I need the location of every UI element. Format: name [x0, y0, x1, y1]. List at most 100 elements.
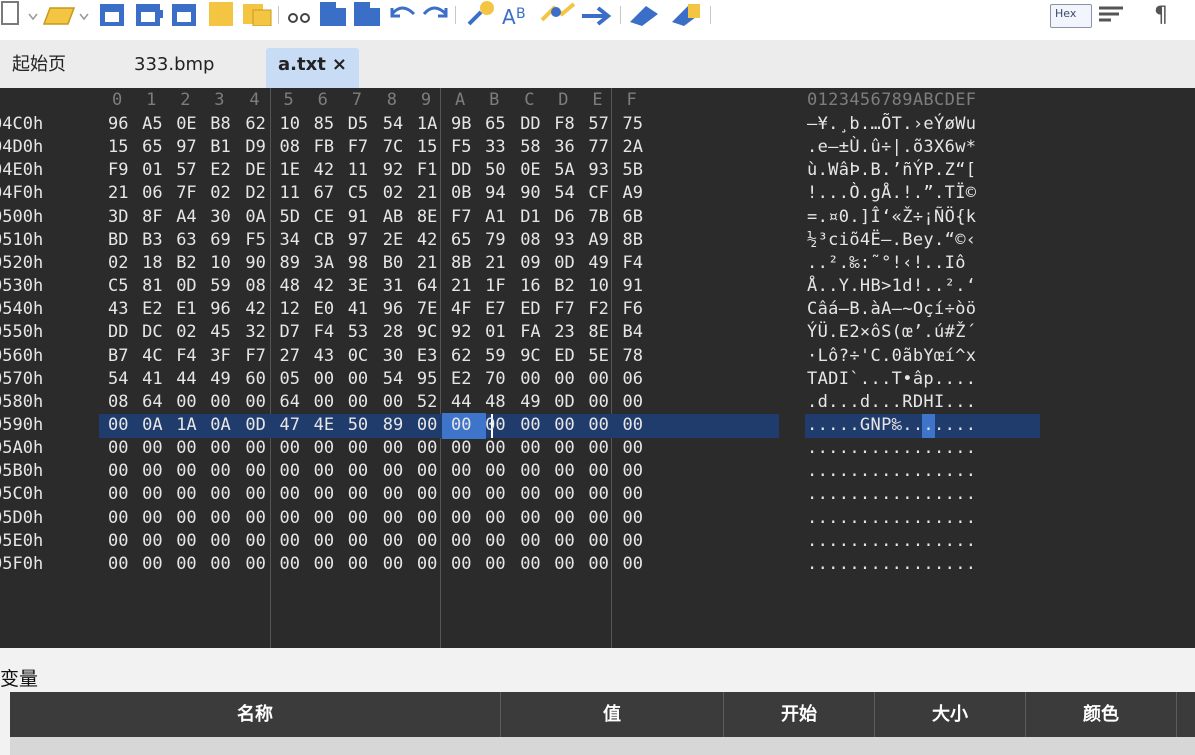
hex-row[interactable]: 0570h54414449600500005495E27000000006TAD…: [0, 369, 1195, 392]
hex-byte[interactable]: 27: [280, 346, 314, 366]
ascii-text[interactable]: ù.WâÞ.B.’ñÝP.Z“[: [807, 160, 976, 180]
hex-byte[interactable]: 18: [142, 253, 176, 273]
hex-byte[interactable]: 00: [108, 461, 142, 481]
hex-byte[interactable]: 00: [314, 508, 348, 528]
hex-byte[interactable]: 00: [348, 392, 382, 412]
hex-byte[interactable]: 00: [451, 531, 485, 551]
hex-byte[interactable]: 00: [588, 392, 622, 412]
hex-byte[interactable]: F4: [176, 346, 210, 366]
ascii-text[interactable]: =.¤0.]Î‘«Ž÷¡ÑÖ{k: [807, 207, 976, 227]
hex-byte[interactable]: CE: [314, 207, 348, 227]
hex-byte[interactable]: B3: [142, 230, 176, 250]
hex-byte[interactable]: 75: [623, 114, 657, 134]
hex-byte[interactable]: 00: [245, 508, 279, 528]
hex-byte[interactable]: 00: [485, 531, 519, 551]
hex-byte[interactable]: 16: [520, 276, 554, 296]
open-folder-icon[interactable]: [42, 0, 76, 26]
hex-byte[interactable]: 3E: [348, 276, 382, 296]
hex-byte[interactable]: ED: [554, 346, 588, 366]
hex-byte[interactable]: 21: [108, 183, 142, 203]
hex-byte[interactable]: 3F: [210, 346, 244, 366]
hex-byte[interactable]: 77: [588, 137, 622, 157]
hex-byte[interactable]: ED: [520, 299, 554, 319]
ascii-text[interactable]: ÝÜ.E2×ôS(œ’.ú#Ž´: [807, 322, 976, 342]
hex-row[interactable]: 0540h43E2E1964212E041967E4FE7EDF7F2F6Câá…: [0, 299, 1195, 322]
hex-byte[interactable]: 00: [417, 531, 451, 551]
hex-byte[interactable]: 00: [588, 554, 622, 574]
hex-byte[interactable]: 00: [520, 438, 554, 458]
hex-byte[interactable]: 00: [588, 508, 622, 528]
hex-byte[interactable]: 00: [245, 531, 279, 551]
hex-byte[interactable]: 96: [108, 114, 142, 134]
hex-byte[interactable]: 52: [417, 392, 451, 412]
hex-byte[interactable]: 4C: [142, 346, 176, 366]
hex-byte[interactable]: 00: [520, 508, 554, 528]
goto-icon[interactable]: [580, 0, 614, 26]
undo-icon[interactable]: [388, 0, 418, 26]
dropdown-arrow-icon[interactable]: [27, 0, 39, 26]
hex-byte[interactable]: 97: [176, 137, 210, 157]
ascii-text[interactable]: .....GNP‰.......: [807, 415, 976, 435]
hex-byte[interactable]: DD: [520, 114, 554, 134]
hex-byte[interactable]: F7: [554, 299, 588, 319]
hex-byte[interactable]: 15: [417, 137, 451, 157]
hex-byte[interactable]: 11: [348, 160, 382, 180]
hex-byte[interactable]: 00: [451, 415, 485, 435]
ascii-text[interactable]: .e—±Ù.û÷|.õ3X6w*: [807, 137, 976, 157]
hex-byte[interactable]: 00: [142, 554, 176, 574]
hex-byte[interactable]: 00: [485, 415, 519, 435]
hex-byte[interactable]: 30: [210, 207, 244, 227]
hex-byte[interactable]: 00: [451, 438, 485, 458]
hex-byte[interactable]: 6B: [623, 207, 657, 227]
hex-byte[interactable]: 00: [314, 438, 348, 458]
ascii-text[interactable]: ..².‰:˜°!‹!..Iô: [807, 253, 966, 273]
ascii-text[interactable]: .d...d...RDHI...: [807, 392, 976, 412]
hex-byte[interactable]: F7: [451, 207, 485, 227]
hex-byte[interactable]: 00: [520, 484, 554, 504]
hex-byte[interactable]: 7E: [417, 299, 451, 319]
hex-byte[interactable]: 0E: [176, 114, 210, 134]
hex-byte[interactable]: 42: [245, 299, 279, 319]
hex-byte[interactable]: 00: [588, 369, 622, 389]
hex-row[interactable]: 0530h C5810D590848423E3164211F16B21091 Å..…: [0, 276, 1195, 299]
hex-byte[interactable]: 02: [383, 183, 417, 203]
hex-byte[interactable]: A9: [623, 183, 657, 203]
hex-byte[interactable]: 0B: [451, 183, 485, 203]
hex-byte[interactable]: E2: [210, 160, 244, 180]
hex-byte[interactable]: 15: [108, 137, 142, 157]
hex-byte[interactable]: 00: [348, 531, 382, 551]
ascii-text[interactable]: ·Lô?÷'C.0ãbYœí^x: [807, 346, 976, 366]
hex-byte[interactable]: 00: [485, 484, 519, 504]
new-file-icon[interactable]: [0, 0, 24, 26]
hex-byte[interactable]: 00: [623, 415, 657, 435]
hex-row[interactable]: 04C0h 96A50EB8621085D5541A9B65DDF85775 –¥.…: [0, 114, 1195, 137]
hex-byte[interactable]: 00: [176, 392, 210, 412]
hex-byte[interactable]: 00: [554, 531, 588, 551]
hex-byte[interactable]: 48: [280, 276, 314, 296]
hex-byte[interactable]: 7F: [176, 183, 210, 203]
hex-byte[interactable]: 7C: [383, 137, 417, 157]
hex-row[interactable]: 05F0h00000000000000000000000000000000...…: [0, 554, 1195, 577]
hex-byte[interactable]: 00: [554, 554, 588, 574]
column-header-name[interactable]: 名称: [10, 692, 500, 737]
hex-byte[interactable]: 42: [314, 160, 348, 180]
hex-byte[interactable]: 97: [348, 230, 382, 250]
hex-byte[interactable]: 2A: [623, 137, 657, 157]
hex-byte[interactable]: 00: [176, 554, 210, 574]
hex-byte[interactable]: F4: [623, 253, 657, 273]
hex-byte[interactable]: 00: [142, 508, 176, 528]
hex-byte[interactable]: 5D: [280, 207, 314, 227]
hex-byte[interactable]: 9B: [451, 114, 485, 134]
ascii-text[interactable]: Câá–B.àA–~Oçí÷òö: [807, 299, 976, 319]
hex-byte[interactable]: 94: [485, 183, 519, 203]
hex-byte[interactable]: 7B: [588, 207, 622, 227]
hex-byte[interactable]: 78: [623, 346, 657, 366]
hex-byte[interactable]: 85: [314, 114, 348, 134]
hex-byte[interactable]: A1: [485, 207, 519, 227]
hex-byte[interactable]: 70: [485, 369, 519, 389]
ascii-text[interactable]: ½³ciõ4Ë—.Bey.“©‹: [807, 230, 976, 250]
hex-row[interactable]: 0590h000A1A0A0D474E508900000000000000...…: [0, 412, 1195, 439]
run-script-icon[interactable]: [628, 0, 662, 26]
hex-byte[interactable]: 90: [520, 183, 554, 203]
hex-byte[interactable]: 00: [623, 554, 657, 574]
